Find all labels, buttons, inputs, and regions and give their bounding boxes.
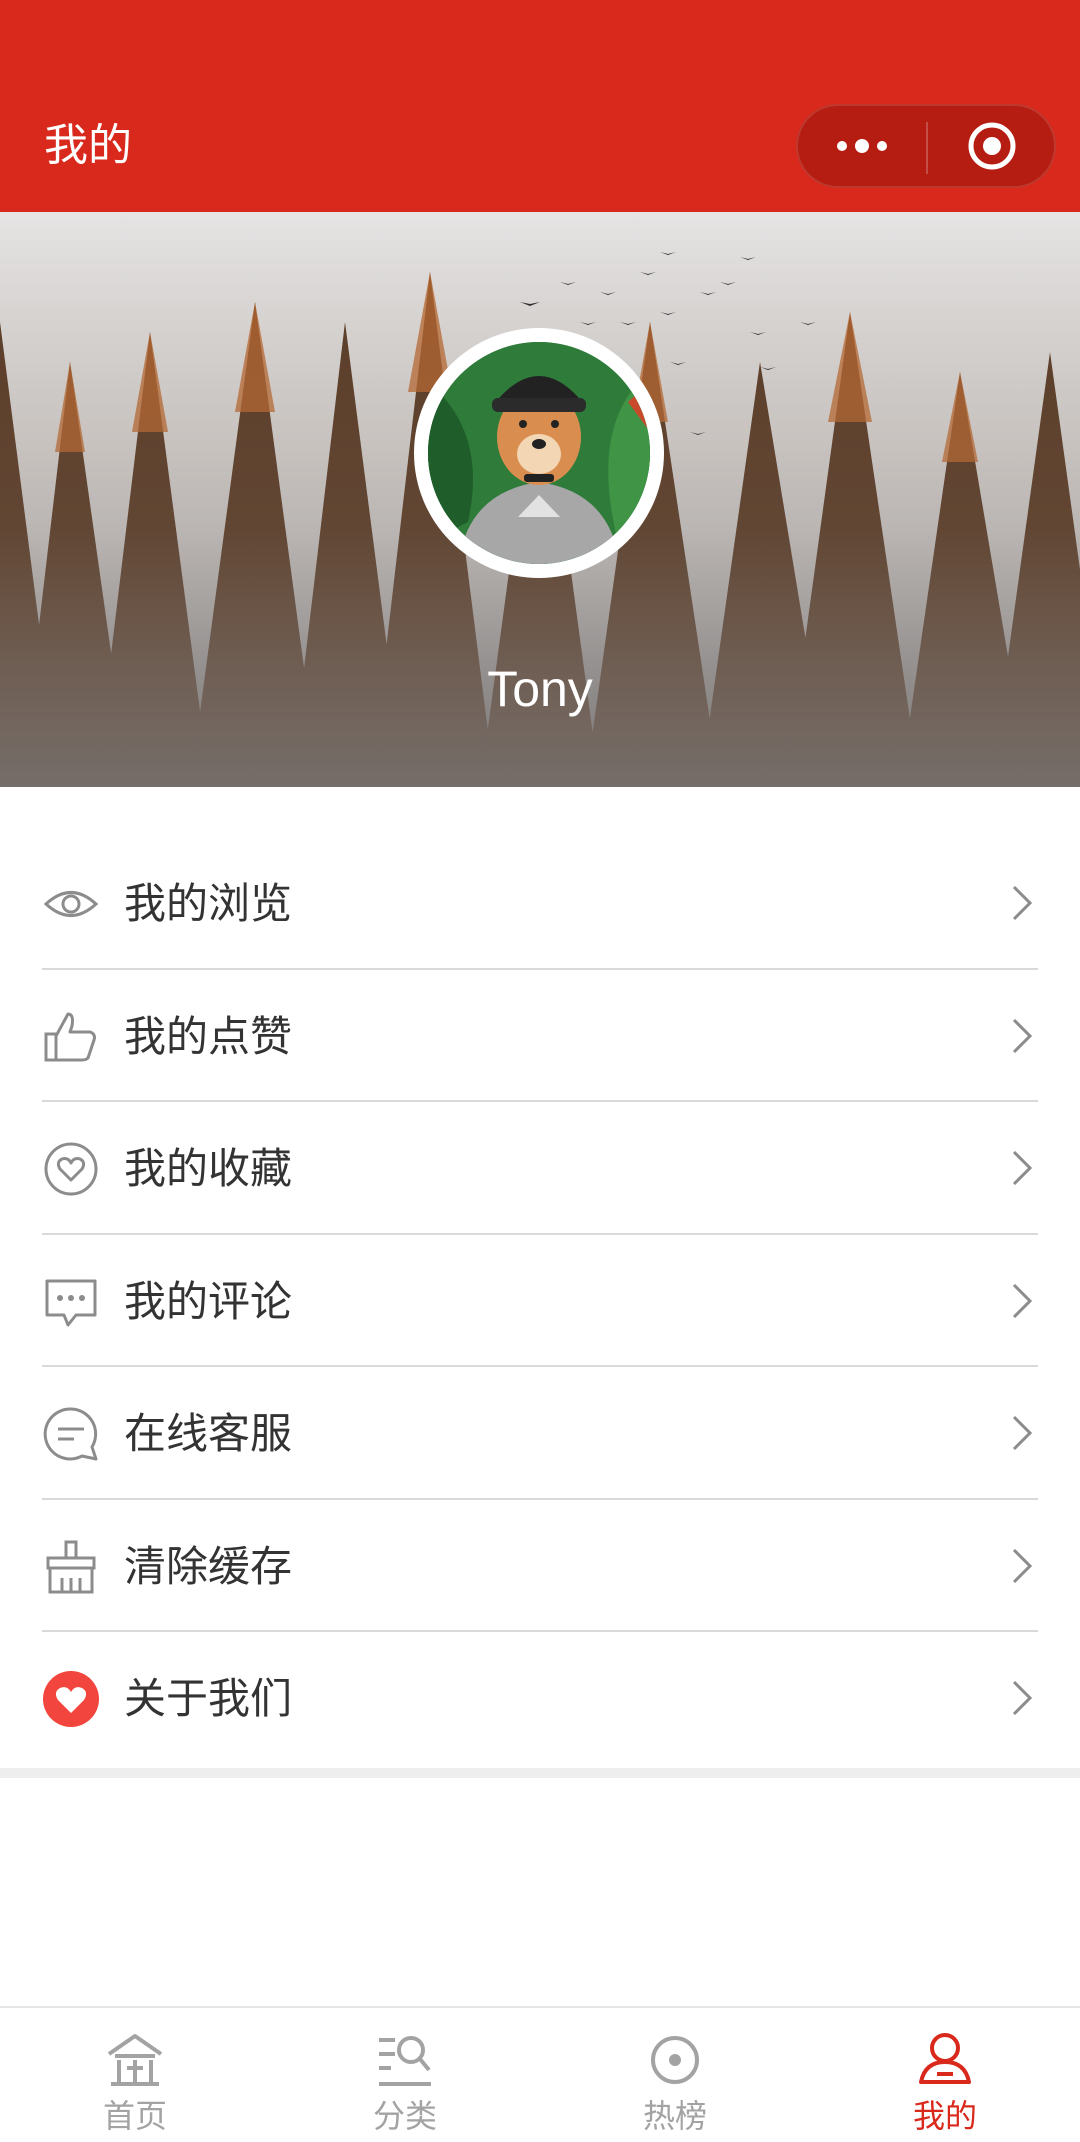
menu-item-label: 清除缓存 xyxy=(124,1541,293,1591)
tab-label: 我的 xyxy=(912,2097,977,2135)
bottom-tab-bar: 首页 分类 热榜 我的 xyxy=(0,2006,1080,2142)
menu-item-label: 在线客服 xyxy=(124,1409,293,1458)
tab-label: 首页 xyxy=(102,2097,167,2135)
profile-page: 我的 Tony 我的浏览 我的点赞 我的收藏 我的评论 在线客服 清除缓存 关于… xyxy=(0,0,1080,2142)
more-button[interactable] xyxy=(798,106,926,190)
menu-item-label: 关于我们 xyxy=(124,1674,293,1723)
menu-item-favorites[interactable]: 我的收藏 xyxy=(0,1102,1080,1235)
menu-item-label: 我的评论 xyxy=(124,1276,293,1326)
nav-header: 我的 xyxy=(0,0,1080,212)
avatar[interactable] xyxy=(414,328,664,578)
hot-circle-icon xyxy=(645,2030,705,2090)
username: Tony xyxy=(487,661,593,717)
profile-menu: 我的浏览 我的点赞 我的收藏 我的评论 在线客服 清除缓存 关于我们 xyxy=(0,837,1080,1765)
thumbs-up-icon xyxy=(42,1008,100,1066)
chevron-right-icon xyxy=(1006,1279,1036,1323)
chevron-right-icon xyxy=(1006,1146,1036,1190)
comment-icon xyxy=(42,1273,100,1331)
tab-label: 分类 xyxy=(372,2097,437,2135)
avatar-image xyxy=(428,342,650,564)
menu-item-customer-service[interactable]: 在线客服 xyxy=(0,1367,1080,1500)
menu-item-comments[interactable]: 我的评论 xyxy=(0,1235,1080,1367)
tab-label: 热榜 xyxy=(642,2097,707,2135)
chat-bubble-icon xyxy=(42,1405,100,1463)
chevron-right-icon xyxy=(1006,1676,1036,1720)
tab-category[interactable]: 分类 xyxy=(270,2008,540,2142)
menu-item-clear-cache[interactable]: 清除缓存 xyxy=(0,1500,1080,1632)
eye-icon xyxy=(42,875,100,933)
tab-mine[interactable]: 我的 xyxy=(810,2008,1080,2142)
page-title: 我的 xyxy=(44,120,132,171)
category-search-icon xyxy=(375,2030,435,2090)
menu-item-label: 我的点赞 xyxy=(124,1011,293,1061)
heart-outline-icon xyxy=(42,1140,100,1198)
menu-item-label: 我的浏览 xyxy=(124,879,293,928)
home-icon xyxy=(105,2030,165,2090)
tab-hot-list[interactable]: 热榜 xyxy=(540,2008,810,2142)
tab-home[interactable]: 首页 xyxy=(0,2008,270,2142)
profile-banner: Tony xyxy=(0,212,1080,787)
menu-item-browse-history[interactable]: 我的浏览 xyxy=(0,837,1080,970)
more-dots-icon xyxy=(834,136,890,160)
chevron-right-icon xyxy=(1006,1411,1036,1455)
broom-icon xyxy=(42,1538,100,1596)
menu-item-about-us[interactable]: 关于我们 xyxy=(0,1632,1080,1765)
chevron-right-icon xyxy=(1006,881,1036,925)
menu-item-label: 我的收藏 xyxy=(124,1144,293,1193)
target-circle-icon xyxy=(966,120,1018,176)
user-icon xyxy=(915,2030,975,2090)
chevron-right-icon xyxy=(1006,1544,1036,1588)
menu-item-likes[interactable]: 我的点赞 xyxy=(0,970,1080,1102)
close-miniprogram-button[interactable] xyxy=(928,106,1056,190)
section-separator xyxy=(0,1768,1080,1778)
miniprogram-capsule xyxy=(796,104,1056,188)
heart-filled-icon xyxy=(42,1670,100,1728)
chevron-right-icon xyxy=(1006,1014,1036,1058)
